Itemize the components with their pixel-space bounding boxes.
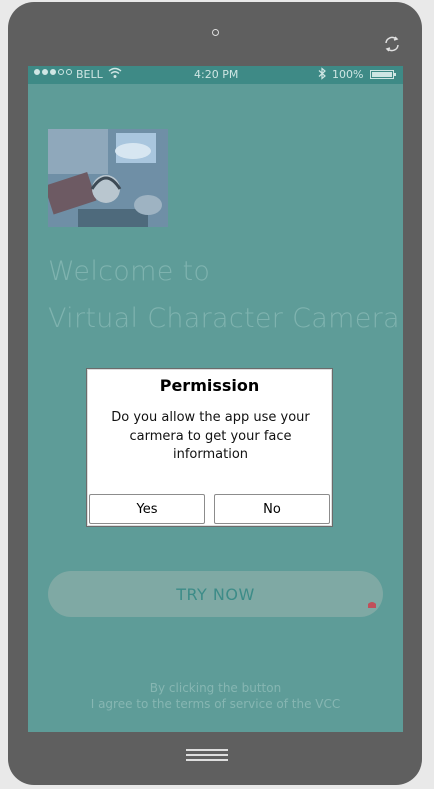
bluetooth-icon bbox=[318, 67, 326, 80]
yes-button[interactable]: Yes bbox=[89, 494, 205, 524]
welcome-heading: Welcome to Virtual Character Camera bbox=[48, 248, 400, 342]
status-bar: BELL 4:20 PM 100% bbox=[28, 66, 403, 84]
terms-of-service-text: By clicking the button I agree to the te… bbox=[28, 680, 403, 712]
home-button-icon[interactable] bbox=[186, 749, 228, 763]
battery-percent: 100% bbox=[332, 68, 364, 81]
no-button[interactable]: No bbox=[214, 494, 330, 524]
battery-icon bbox=[370, 70, 396, 79]
character-image bbox=[48, 129, 168, 227]
terms-line-1: By clicking the button bbox=[149, 681, 282, 695]
front-camera bbox=[212, 29, 219, 36]
permission-dialog: Permission Do you allow the app use your… bbox=[86, 368, 333, 527]
notification-badge-icon bbox=[368, 602, 376, 608]
terms-line-2[interactable]: I agree to the terms of service of the V… bbox=[28, 696, 403, 712]
rotate-icon[interactable] bbox=[382, 34, 402, 54]
welcome-line-1: Welcome to bbox=[48, 256, 211, 287]
dialog-message: Do you allow the app use your carmera to… bbox=[111, 410, 310, 462]
dialog-title: Permission bbox=[159, 376, 260, 395]
status-time: 4:20 PM bbox=[194, 68, 239, 81]
carrier-name: BELL bbox=[76, 68, 103, 81]
signal-strength-icon bbox=[34, 69, 72, 75]
wifi-icon bbox=[108, 67, 122, 78]
try-now-button[interactable]: TRY NOW bbox=[48, 571, 383, 617]
welcome-line-2: Virtual Character Camera bbox=[48, 303, 400, 334]
